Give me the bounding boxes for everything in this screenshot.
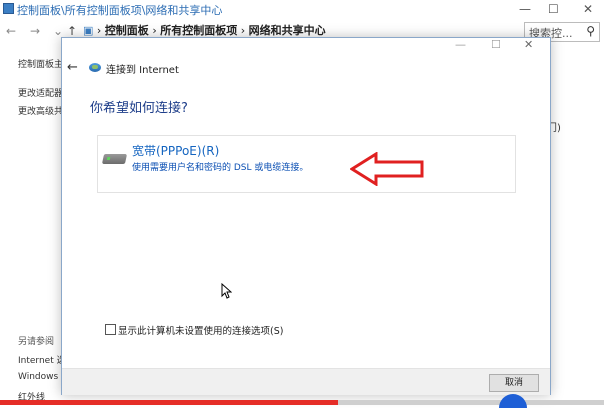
- sidebar-item-adapter[interactable]: 更改适配器: [18, 86, 63, 99]
- chevron-icon: ›: [240, 24, 246, 37]
- mouse-cursor-icon: [221, 283, 232, 299]
- maximize-button[interactable]: ☐: [548, 2, 559, 16]
- chevron-icon: ›: [96, 24, 102, 37]
- connect-to-internet-dialog: — ☐ ✕ ← 连接到 Internet 你希望如何连接? 宽带(PPPoE)(…: [61, 37, 551, 395]
- sidebar-item-home[interactable]: 控制面板主: [18, 57, 63, 70]
- video-scrubber-handle[interactable]: [499, 394, 527, 408]
- sidebar-link-internet[interactable]: Internet 选: [18, 353, 66, 366]
- modem-icon: [101, 154, 128, 164]
- option-description: 使用需要用户名和密码的 DSL 或电缆连接。: [132, 163, 309, 173]
- red-arrow-annotation-icon: [350, 152, 424, 186]
- chevron-icon: ›: [152, 24, 157, 37]
- checkbox-label: 显示此计算机未设置使用的连接选项(S): [118, 326, 284, 337]
- dialog-title: 连接到 Internet: [106, 65, 179, 76]
- sidebar-item-advanced[interactable]: 更改高级共: [18, 104, 63, 117]
- breadcrumb-item[interactable]: 网络和共享中心: [249, 24, 326, 37]
- show-unset-options-checkbox[interactable]: [105, 324, 116, 335]
- see-also-heading: 另请参阅: [18, 337, 55, 347]
- breadcrumb: ▣ › 控制面板 › 所有控制面板项 › 网络和共享中心: [83, 22, 326, 38]
- control-panel-icon: [3, 3, 14, 14]
- dialog-title-bar: — ☐ ✕: [62, 38, 550, 54]
- dialog-footer: 取消: [62, 368, 550, 395]
- dialog-minimize-button[interactable]: —: [455, 38, 466, 51]
- dialog-close-button[interactable]: ✕: [524, 38, 533, 51]
- option-title: 宽带(PPPoE)(R): [132, 144, 220, 158]
- video-progress-fill: [0, 400, 339, 405]
- breadcrumb-item[interactable]: 所有控制面板项: [160, 24, 237, 37]
- breadcrumb-item[interactable]: 控制面板: [105, 24, 149, 37]
- broadband-pppoe-option[interactable]: 宽带(PPPoE)(R) 使用需要用户名和密码的 DSL 或电缆连接。: [97, 135, 516, 193]
- search-icon: ⚲: [586, 24, 595, 38]
- back-arrow-icon[interactable]: ←: [67, 60, 78, 75]
- breadcrumb-icon: ▣: [83, 24, 94, 37]
- dialog-heading: 你希望如何连接?: [90, 101, 188, 116]
- forward-arrow-icon[interactable]: →: [30, 24, 40, 38]
- minimize-button[interactable]: —: [519, 2, 531, 16]
- cancel-button[interactable]: 取消: [489, 374, 539, 392]
- close-button[interactable]: ✕: [583, 2, 593, 16]
- back-arrow-icon[interactable]: ←: [6, 24, 16, 38]
- sidebar-link-windows[interactable]: Windows: [18, 372, 58, 382]
- dialog-maximize-button[interactable]: ☐: [491, 38, 501, 51]
- recent-chevron-icon[interactable]: ⌄: [53, 24, 63, 38]
- network-globe-icon: [89, 63, 101, 72]
- window-title: 控制面板\所有控制面板项\网络和共享中心: [17, 4, 223, 17]
- background-title-bar: 控制面板\所有控制面板项\网络和共享中心 — ☐ ✕: [0, 0, 604, 20]
- up-arrow-icon[interactable]: ↑: [67, 24, 77, 38]
